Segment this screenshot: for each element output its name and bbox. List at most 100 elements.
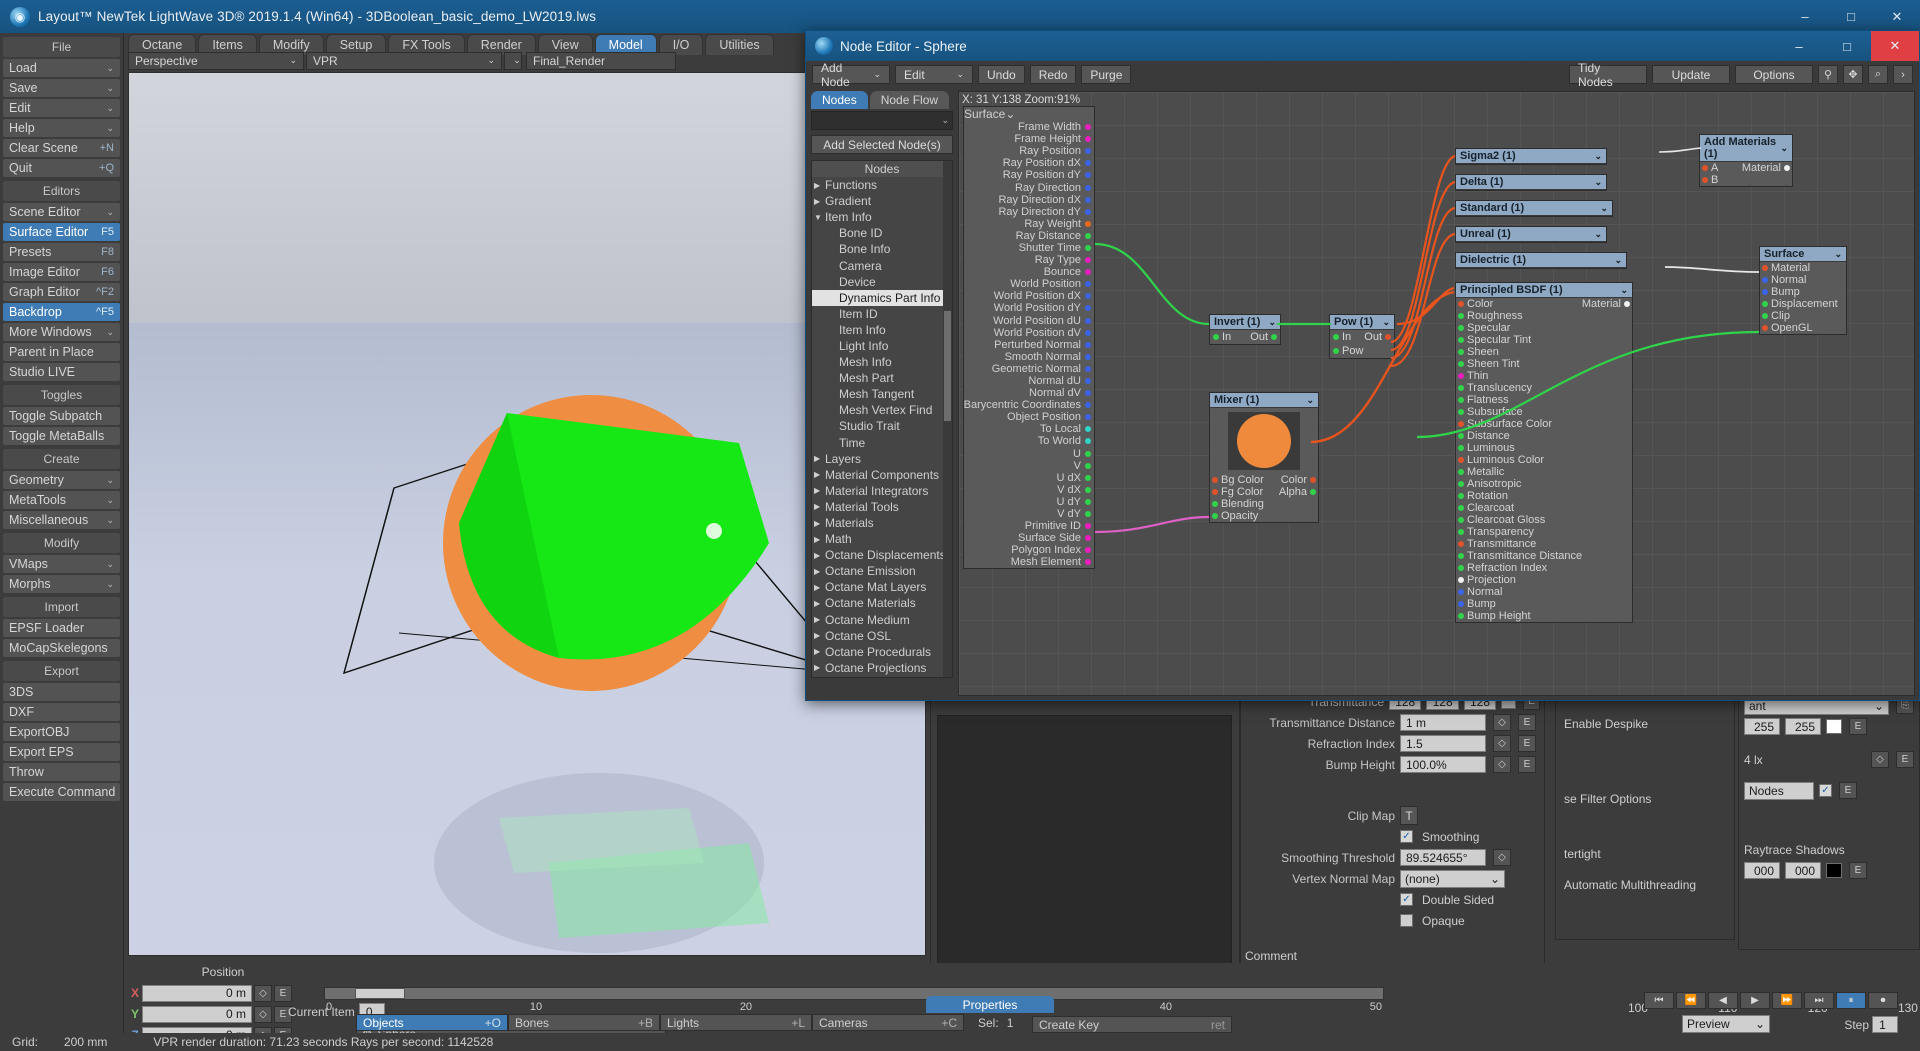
node-category-tree[interactable]: Nodes ▶ Functions ▶ Gradient ▼ Item Info Bone …	[811, 160, 953, 678]
tree-item-mesh-part[interactable]: Mesh Part	[812, 370, 952, 386]
port-dot[interactable]	[1458, 445, 1464, 451]
port-dot[interactable]	[1458, 541, 1464, 547]
tree-item-octane-osl[interactable]: ▶ Octane OSL	[812, 628, 952, 644]
maximize-icon[interactable]: □	[1823, 31, 1871, 61]
port-dot[interactable]	[1458, 433, 1464, 439]
shadow-color-g[interactable]: 000	[1785, 862, 1821, 879]
sidebar-item-vmaps[interactable]: VMaps ⌄	[3, 555, 120, 573]
color-g-field[interactable]: 255	[1785, 718, 1821, 735]
timeline-thumb[interactable]	[355, 988, 405, 999]
viewport-view-select[interactable]: Perspective ⌄	[128, 51, 304, 70]
port-perturbed-normal[interactable]: Perturbed Normal	[964, 339, 1094, 351]
port-dot[interactable]	[1458, 589, 1464, 595]
update-button[interactable]: Update	[1652, 65, 1730, 84]
port-object-position[interactable]: Object Position	[964, 411, 1094, 423]
nodes-select[interactable]: Nodes	[1744, 781, 1814, 800]
tree-item-octane-medium[interactable]: ▶ Octane Medium	[812, 612, 952, 628]
port-dot[interactable]	[1458, 457, 1464, 463]
principled-port-subsurface-color[interactable]: Subsurface Color	[1456, 418, 1632, 430]
edit-menu-button[interactable]: Edit ⌄	[895, 65, 973, 84]
node-mixer[interactable]: Mixer (1) ⌄ Bg Color Color Fg Color Alpha Ble…	[1209, 392, 1319, 523]
double-sided-checkbox[interactable]: ✓	[1400, 893, 1413, 906]
port-dot[interactable]	[1458, 301, 1464, 307]
node-standard[interactable]: Standard (1) ⌄	[1455, 200, 1613, 217]
tree-item-bone-info[interactable]: Bone Info	[812, 241, 952, 257]
chevron-right-icon[interactable]: ▶	[814, 647, 825, 656]
sidebar-item-execute-command[interactable]: Execute Command	[3, 783, 120, 801]
port-normal-du[interactable]: Normal dU	[964, 375, 1094, 387]
port-dot[interactable]	[1458, 349, 1464, 355]
envelope-button[interactable]: E	[1896, 751, 1914, 768]
port-dot[interactable]	[1085, 317, 1091, 324]
port-dot[interactable]	[1458, 481, 1464, 487]
sidebar-item-exportobj[interactable]: ExportOBJ	[3, 723, 120, 741]
sidebar-item-image-editor[interactable]: Image Editor F6	[3, 263, 120, 281]
port-dot[interactable]	[1085, 462, 1091, 469]
principled-port-clearcoat[interactable]: Clearcoat	[1456, 502, 1632, 514]
add-materials-port-a[interactable]: A Material	[1700, 162, 1792, 174]
redo-button[interactable]: Redo	[1029, 65, 1077, 84]
port-u-dx[interactable]: U dX	[964, 472, 1094, 484]
sidebar-item-parent-in-place[interactable]: Parent in Place	[3, 343, 120, 361]
port-dot[interactable]	[1085, 244, 1091, 251]
opaque-checkbox[interactable]	[1400, 914, 1413, 927]
surface-out-port-opengl[interactable]: OpenGL	[1760, 322, 1846, 334]
port-dot[interactable]	[1271, 334, 1277, 340]
principled-port-metallic[interactable]: Metallic	[1456, 466, 1632, 478]
node-principled-bsdf[interactable]: Principled BSDF (1) ⌄ Color Material Roughn…	[1455, 282, 1633, 623]
port-to-local[interactable]: To Local	[964, 423, 1094, 435]
principled-port-projection[interactable]: Projection	[1456, 574, 1632, 586]
port-shutter-time[interactable]: Shutter Time	[964, 242, 1094, 254]
port-dot[interactable]	[1085, 220, 1091, 227]
port-ray-direction[interactable]: Ray Direction	[964, 181, 1094, 194]
chevron-right-icon[interactable]: ▶	[814, 486, 825, 495]
port-dot[interactable]	[1085, 426, 1091, 433]
minimize-icon[interactable]: –	[1782, 0, 1828, 33]
color-swatch[interactable]	[1826, 719, 1842, 734]
chevron-down-icon[interactable]: ▼	[814, 213, 825, 222]
port-world-position-dx[interactable]: World Position dX	[964, 290, 1094, 302]
port-u[interactable]: U	[964, 448, 1094, 460]
port-dot[interactable]	[1333, 334, 1339, 340]
port-dot[interactable]	[1310, 489, 1316, 495]
sidebar-item-toggle-subpatch[interactable]: Toggle Subpatch	[3, 407, 120, 425]
tree-item-time[interactable]: Time	[812, 435, 952, 451]
port-dot[interactable]	[1762, 277, 1768, 283]
mixer-port-blending[interactable]: Blending	[1210, 498, 1318, 510]
position-field-x[interactable]: 0 m	[142, 984, 252, 1002]
sidebar-item-geometry[interactable]: Geometry ⌄	[3, 471, 120, 489]
tree-item-layers[interactable]: ▶ Layers	[812, 451, 952, 467]
color-r-field[interactable]: 255	[1744, 718, 1780, 735]
port-dot[interactable]	[1085, 559, 1091, 566]
tree-item-gradient[interactable]: ▶ Gradient	[812, 193, 952, 209]
principled-port-transparency[interactable]: Transparency	[1456, 526, 1632, 538]
tree-item-item-id[interactable]: Item ID	[812, 306, 952, 322]
principled-port-clearcoat-gloss[interactable]: Clearcoat Gloss	[1456, 514, 1632, 526]
port-dot[interactable]	[1762, 313, 1768, 319]
envelope-icon[interactable]: ◇	[254, 984, 272, 1002]
sidebar-item-help[interactable]: Help ⌄	[3, 119, 120, 137]
port-ray-position-dx[interactable]: Ray Position dX	[964, 157, 1094, 169]
minimize-icon[interactable]: –	[1775, 31, 1823, 61]
port-dot[interactable]	[1458, 409, 1464, 415]
selection-mode-cameras[interactable]: Cameras +C	[812, 1014, 964, 1031]
principled-port-bump[interactable]: Bump	[1456, 598, 1632, 610]
port-dot[interactable]	[1458, 361, 1464, 367]
tree-item-item-info[interactable]: Item Info	[812, 322, 952, 338]
selection-mode-lights[interactable]: Lights +L	[660, 1014, 812, 1031]
sidebar-item-quit[interactable]: Quit +Q	[3, 159, 120, 177]
viewport-mode-select[interactable]: VPR ⌄	[306, 51, 502, 70]
port-dot[interactable]	[1212, 513, 1218, 519]
port-dot[interactable]	[1458, 601, 1464, 607]
principled-port-specular[interactable]: Specular	[1456, 322, 1632, 334]
envelope-icon[interactable]: ◇	[254, 1005, 272, 1023]
port-dot[interactable]	[1458, 505, 1464, 511]
principled-port-thin[interactable]: Thin	[1456, 370, 1632, 382]
tree-item-octane-mat-layers[interactable]: ▶ Octane Mat Layers	[812, 579, 952, 595]
port-dot[interactable]	[1085, 498, 1091, 505]
selection-mode-bones[interactable]: Bones +B	[508, 1014, 660, 1031]
property-value[interactable]: 1 m	[1400, 714, 1486, 731]
chevron-right-icon[interactable]: ▶	[814, 454, 825, 463]
nodes-edit-button[interactable]: E	[1839, 782, 1857, 799]
node-invert[interactable]: Invert (1) ⌄ In Out	[1209, 314, 1281, 345]
